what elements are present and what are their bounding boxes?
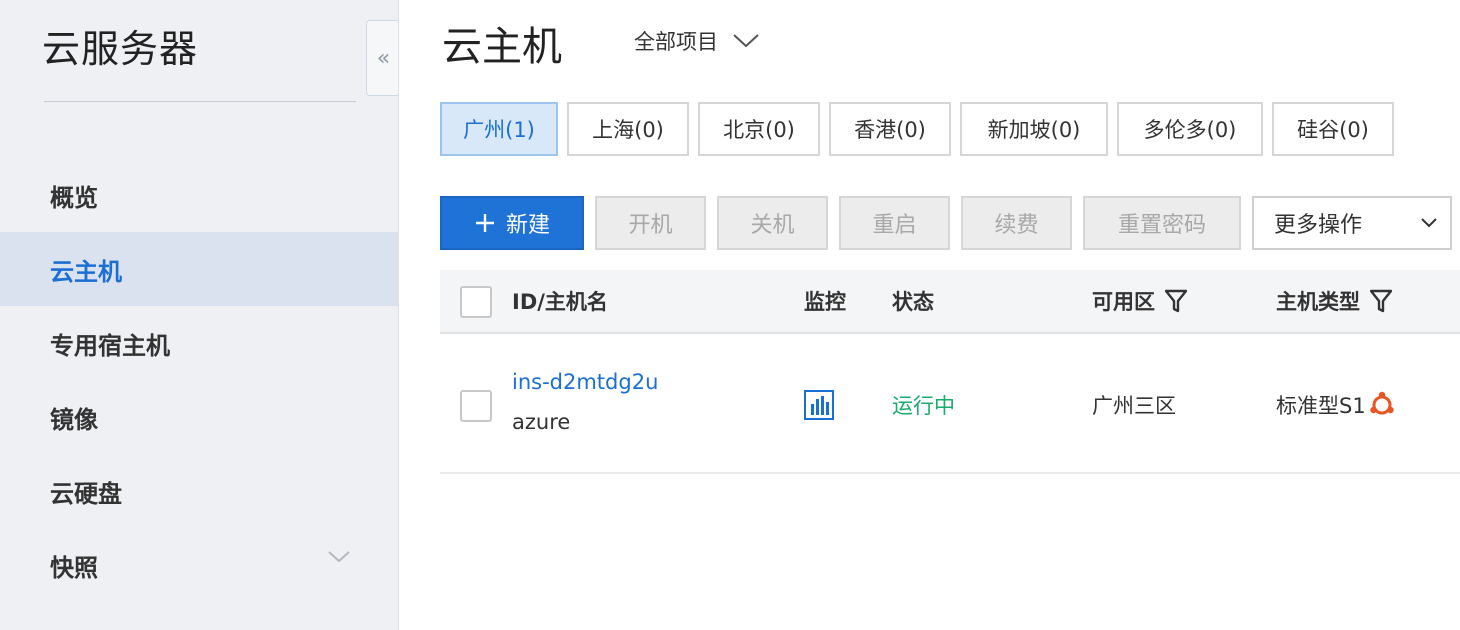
sidebar-title: 云服务器 [42, 27, 199, 71]
region-tab-beijing[interactable]: 北京(0) [698, 102, 820, 156]
chevron-down-icon [1421, 218, 1437, 228]
column-header-type: 主机类型 [1276, 270, 1392, 332]
column-header-id-name: ID/主机名 [512, 270, 608, 332]
sidebar-divider [44, 101, 356, 102]
column-header-status: 状态 [892, 270, 934, 332]
sidebar-item-dedicated-hosts[interactable]: 专用宿主机 [0, 306, 398, 380]
region-tab-singapore[interactable]: 新加坡(0) [960, 102, 1108, 156]
sidebar-item-label: 镜像 [50, 405, 98, 434]
row-checkbox[interactable] [460, 390, 492, 422]
region-tab-toronto[interactable]: 多伦多(0) [1117, 102, 1263, 156]
filter-icon[interactable] [1370, 289, 1392, 313]
column-header-label: 监控 [804, 290, 846, 314]
filter-icon[interactable] [1165, 289, 1187, 313]
region-tab-shanghai[interactable]: 上海(0) [567, 102, 689, 156]
sidebar-item-label: 云主机 [50, 257, 122, 286]
project-select[interactable]: 全部项目 [634, 26, 760, 56]
collapse-sidebar-button[interactable]: « [366, 20, 398, 96]
sidebar-item-instances[interactable]: 云主机 [0, 232, 398, 306]
sidebar-item-images[interactable]: 镜像 [0, 380, 398, 454]
plus-icon [475, 214, 494, 232]
instance-type-value: 标准型S1 [1276, 394, 1366, 418]
zone-value: 广州三区 [1092, 394, 1176, 418]
region-tab-guangzhou[interactable]: 广州(1) [440, 102, 558, 156]
sidebar-item-label: 快照 [50, 553, 98, 582]
column-header-zone: 可用区 [1092, 270, 1187, 332]
instance-type-cell: 标准型S1 [1276, 390, 1396, 420]
bar-chart-icon[interactable] [804, 390, 834, 420]
monitor-cell [804, 390, 834, 425]
column-header-label: ID/主机名 [512, 290, 608, 314]
double-chevron-left-icon: « [376, 45, 391, 71]
sidebar-item-overview[interactable]: 概览 [0, 158, 398, 232]
reset-password-button[interactable]: 重置密码 [1083, 196, 1241, 250]
sidebar-item-label: 专用宿主机 [50, 331, 170, 360]
restart-button[interactable]: 重启 [839, 196, 950, 250]
new-instance-button[interactable]: 新建 [440, 196, 584, 250]
toolbar: 新建 开机 关机 重启 续费 重置密码 更多操作 [440, 196, 1452, 250]
renew-button[interactable]: 续费 [961, 196, 1072, 250]
sidebar-item-cloud-disks[interactable]: 云硬盘 [0, 454, 398, 528]
chevron-down-icon [733, 34, 759, 48]
sidebar-item-snapshots[interactable]: 快照 [0, 528, 398, 602]
more-actions-label: 更多操作 [1274, 213, 1363, 238]
region-tab-silicon-valley[interactable]: 硅谷(0) [1272, 102, 1394, 156]
status-badge: 运行中 [892, 394, 955, 418]
table-header: ID/主机名 监控 状态 可用区 主机类型 [440, 270, 1460, 334]
chevron-down-icon [328, 551, 350, 563]
more-actions-dropdown[interactable]: 更多操作 [1252, 196, 1452, 250]
table-row: ins-d2mtdg2u azure 运行中 广州三区 标准型S1 [440, 334, 1460, 474]
region-tabs: 广州(1) 上海(0) 北京(0) 香港(0) 新加坡(0) 多伦多(0) 硅谷… [440, 102, 1394, 156]
sidebar-item-label: 云硬盘 [50, 479, 122, 508]
ubuntu-icon [1370, 391, 1394, 415]
page-title: 云主机 [442, 24, 562, 70]
sidebar: 云服务器 « 概览 云主机 专用宿主机 镜像 云硬盘 快照 [0, 0, 399, 630]
region-tab-hongkong[interactable]: 香港(0) [829, 102, 951, 156]
project-select-value: 全部项目 [634, 30, 718, 54]
sidebar-item-label: 概览 [50, 183, 98, 212]
new-instance-label: 新建 [505, 213, 550, 238]
column-header-monitor: 监控 [804, 270, 846, 332]
select-all-checkbox[interactable] [460, 286, 492, 318]
power-on-button[interactable]: 开机 [595, 196, 706, 250]
column-header-label: 状态 [892, 290, 934, 314]
instance-hostname: azure [512, 410, 571, 434]
main-content: 云主机 全部项目 广州(1) 上海(0) 北京(0) 香港(0) 新加坡(0) … [400, 0, 1460, 630]
column-header-label: 主机类型 [1276, 290, 1360, 314]
column-header-label: 可用区 [1092, 290, 1155, 314]
power-off-button[interactable]: 关机 [717, 196, 828, 250]
instance-id-link[interactable]: ins-d2mtdg2u [512, 370, 658, 394]
sidebar-nav: 概览 云主机 专用宿主机 镜像 云硬盘 快照 [0, 158, 398, 602]
